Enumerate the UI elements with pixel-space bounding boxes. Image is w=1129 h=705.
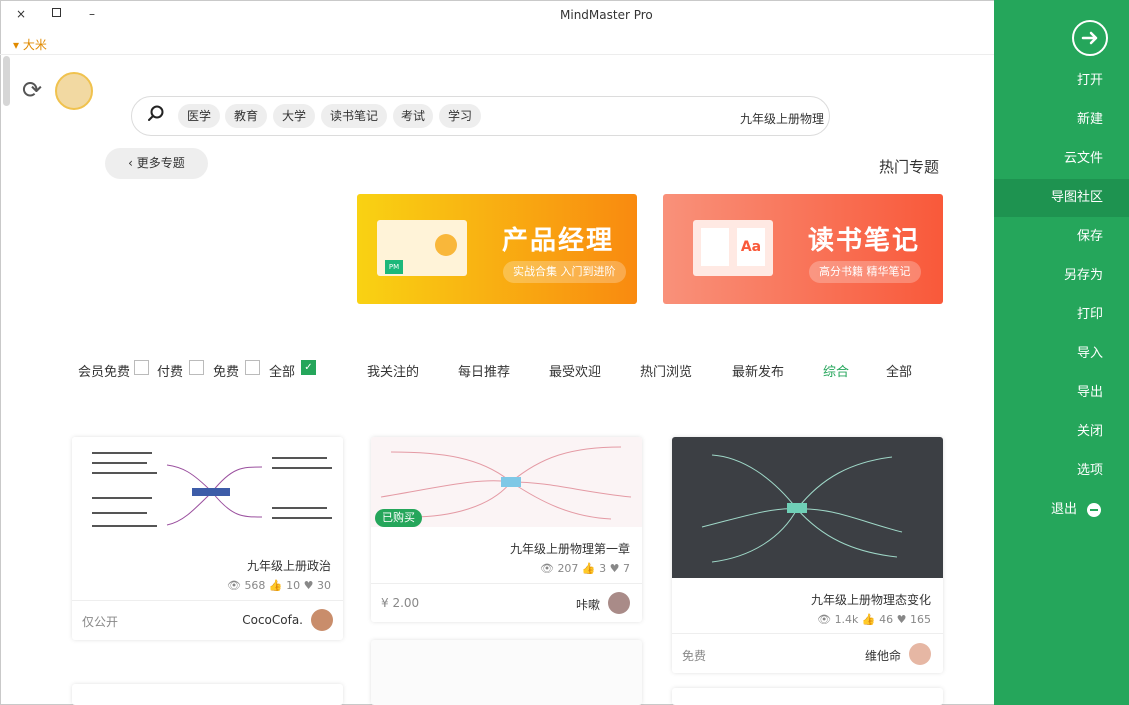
sidebar-item-community[interactable]: 导图社区 xyxy=(994,179,1129,217)
mindmap-card-partial[interactable] xyxy=(672,688,943,705)
mindmap-card-partial[interactable] xyxy=(371,640,642,705)
pm-badge: PM xyxy=(385,260,403,274)
search-tag[interactable]: 教育 xyxy=(225,104,267,128)
search-tag[interactable]: 读书笔记 xyxy=(321,104,387,128)
search-tag[interactable]: 大学 xyxy=(273,104,315,128)
sidebar-item-options[interactable]: 选项 xyxy=(994,452,1129,490)
hearts-count: 7 xyxy=(623,562,630,575)
author-avatar xyxy=(909,643,931,665)
views-count: 568 xyxy=(244,579,266,592)
search-tag[interactable]: 学习 xyxy=(439,104,481,128)
filter-paid-checkbox[interactable] xyxy=(189,360,204,375)
sidebar-item-new[interactable]: 新建 xyxy=(994,101,1129,139)
author-name: 咔嗽 xyxy=(575,598,600,612)
back-arrow-icon[interactable] xyxy=(1072,20,1108,56)
sidebar-item-close[interactable]: 关闭 xyxy=(994,413,1129,451)
purchased-badge: 已购买 xyxy=(375,509,422,527)
tab-hot[interactable]: 热门浏览 xyxy=(640,361,692,380)
sidebar-item-export[interactable]: 导出 xyxy=(994,374,1129,412)
scrollbar[interactable] xyxy=(3,56,10,106)
sidebar-item-save[interactable]: 保存 xyxy=(994,218,1129,256)
hearts-count: 30 xyxy=(317,579,331,592)
search-input[interactable]: 九年级上册物理 xyxy=(740,110,824,127)
sidebar-item-exit[interactable]: 退出 xyxy=(994,491,1129,529)
mindmap-card[interactable]: 九年级上册物理态变化 👁 1.4k 👍 46 ♥ 165 维他命 免费 xyxy=(672,437,943,673)
mindmap-card[interactable]: 已购买 九年级上册物理第一章 👁 207 👍 3 ♥ 7 咔嗽 ¥ 2.00 xyxy=(371,437,642,622)
banner-subtitle: 实战合集 入门到进阶 xyxy=(503,261,626,283)
author-avatar xyxy=(608,592,630,614)
divider xyxy=(0,54,994,55)
card-title: 九年级上册政治 xyxy=(246,559,331,573)
filter-free: 免费 xyxy=(213,365,240,380)
mindmap-card[interactable]: 九年级上册政治 👁 568 👍 10 ♥ 30 CocoCofa. 仅公开 xyxy=(72,437,343,640)
card-price: ¥ 2.00 xyxy=(381,596,420,610)
card-price: 免费 xyxy=(682,649,707,663)
search-tag[interactable]: 医学 xyxy=(178,104,220,128)
filter-all-checkbox[interactable]: ✓ xyxy=(301,360,316,375)
filter-member-checkbox[interactable] xyxy=(134,360,149,375)
divider xyxy=(371,583,642,584)
mindmap-thumbnail xyxy=(72,437,343,542)
mindmap-thumbnail xyxy=(672,437,943,578)
tab-comprehensive[interactable]: 综合 xyxy=(823,361,849,380)
close-icon[interactable]: × xyxy=(16,7,26,21)
section-title: 热门专题 xyxy=(879,158,940,176)
author-name: CocoCofa. xyxy=(242,613,303,627)
more-topics-button[interactable]: ‹ 更多专题 xyxy=(105,148,208,179)
card-title: 九年级上册物理态变化 xyxy=(810,593,931,607)
banner-title: 产品经理 xyxy=(502,226,615,256)
maximize-icon[interactable] xyxy=(52,8,61,17)
sidebar-item-open[interactable]: 打开 xyxy=(994,62,1129,100)
banner-subtitle: 高分书籍 精华笔记 xyxy=(809,261,921,283)
banner-product-manager[interactable]: PM 产品经理 实战合集 入门到进阶 xyxy=(357,194,637,304)
more-topics-label: 更多专题 xyxy=(136,156,185,170)
views-count: 1.4k xyxy=(834,613,859,626)
tab-following[interactable]: 我关注的 xyxy=(367,361,419,380)
filter-free-checkbox[interactable] xyxy=(245,360,260,375)
filter-paid: 付费 xyxy=(157,365,184,380)
author-name: 维他命 xyxy=(864,649,901,663)
tab-daily[interactable]: 每日推荐 xyxy=(458,361,510,380)
tab-latest[interactable]: 最新发布 xyxy=(732,361,784,380)
sidebar-item-import[interactable]: 导入 xyxy=(994,335,1129,373)
aa-badge: Aa xyxy=(737,228,765,266)
book-illustration: Aa xyxy=(693,220,773,276)
window-title: MindMaster Pro xyxy=(560,8,653,22)
author-avatar xyxy=(311,609,333,631)
hearts-count: 165 xyxy=(910,613,931,626)
search-tag[interactable]: 考试 xyxy=(393,104,433,128)
likes-count: 3 xyxy=(599,562,607,575)
sidebar-item-print[interactable]: 打印 xyxy=(994,296,1129,334)
divider xyxy=(72,600,343,601)
tab-all[interactable]: 全部 xyxy=(886,361,912,380)
menu-label: 大米 xyxy=(22,38,47,52)
card-stats: 👁 568 👍 10 ♥ 30 xyxy=(226,579,331,592)
card-stats: 👁 1.4k 👍 46 ♥ 165 xyxy=(817,613,931,626)
filter-all: 全部 xyxy=(269,365,296,380)
banner-reading-notes[interactable]: Aa 读书笔记 高分书籍 精华笔记 xyxy=(663,194,943,304)
views-count: 207 xyxy=(557,562,579,575)
exit-icon xyxy=(1087,503,1101,517)
refresh-icon[interactable]: ⟳ xyxy=(22,76,42,104)
sidebar-item-cloud[interactable]: 云文件 xyxy=(994,140,1129,178)
title-bar: × – MindMaster Pro xyxy=(0,0,994,30)
filter-member-free: 会员免费 xyxy=(78,365,131,380)
divider xyxy=(672,633,943,634)
tab-popular[interactable]: 最受欢迎 xyxy=(549,361,601,380)
likes-count: 10 xyxy=(286,579,301,592)
sidebar-item-saveas[interactable]: 另存为 xyxy=(994,257,1129,295)
mindmap-card-partial[interactable] xyxy=(72,684,343,705)
laptop-illustration: PM xyxy=(377,220,467,276)
menu-dropdown[interactable]: ▾ 大米 xyxy=(13,36,47,53)
card-title: 九年级上册物理第一章 xyxy=(509,542,630,556)
likes-count: 46 xyxy=(879,613,894,626)
search-icon[interactable] xyxy=(147,104,165,127)
minimize-icon[interactable]: – xyxy=(89,7,95,21)
card-price: 仅公开 xyxy=(82,615,119,629)
card-stats: 👁 207 👍 3 ♥ 7 xyxy=(539,562,630,575)
avatar[interactable] xyxy=(55,72,93,110)
banner-title: 读书笔记 xyxy=(808,226,921,256)
